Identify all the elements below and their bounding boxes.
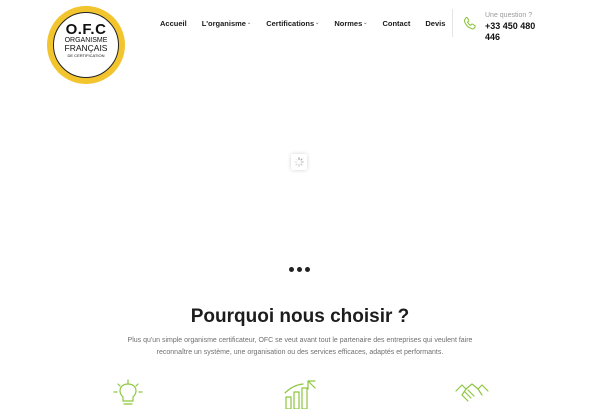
logo-line-3: DE CERTIFICATION bbox=[67, 53, 105, 58]
contact-question: Une question ? bbox=[485, 12, 533, 19]
nav-item-label: Normes bbox=[334, 18, 363, 28]
logo-title: O.F.C bbox=[65, 21, 107, 38]
nav-item-devis[interactable]: Devis bbox=[425, 19, 445, 28]
nav-item-organisme[interactable]: L'organisme ⌄ bbox=[202, 19, 252, 28]
chevron-down-icon: ⌄ bbox=[315, 20, 320, 26]
nav-item-label: Certifications bbox=[266, 18, 315, 28]
phone-icon[interactable] bbox=[461, 15, 479, 33]
chevron-down-icon: ⌄ bbox=[363, 20, 368, 26]
slider-dot[interactable] bbox=[297, 267, 302, 272]
section-description: Plus qu'un simple organisme certificateu… bbox=[127, 337, 473, 356]
header-divider bbox=[452, 9, 453, 37]
main-nav: Accueil L'organisme ⌄ Certifications ⌄ N… bbox=[160, 16, 445, 30]
nav-item-normes[interactable]: Normes ⌄ bbox=[334, 19, 367, 28]
phone-number-link[interactable]: +33 450 480 446 bbox=[485, 21, 545, 43]
section-title: Pourquoi nous choisir ? bbox=[190, 306, 410, 327]
slider-dot[interactable] bbox=[305, 267, 310, 272]
slider-dot[interactable] bbox=[289, 267, 294, 272]
logo-badge: O.F.C ORGANISME FRANÇAIS DE CERTIFICATIO… bbox=[53, 12, 119, 78]
logo[interactable]: O.F.C ORGANISME FRANÇAIS DE CERTIFICATIO… bbox=[47, 6, 125, 84]
logo-line-2: FRANÇAIS bbox=[64, 43, 108, 53]
nav-item-label: L'organisme bbox=[201, 18, 246, 28]
spinner-icon bbox=[294, 157, 304, 167]
nav-item-contact[interactable]: Contact bbox=[382, 19, 410, 28]
handshake-icon bbox=[455, 383, 489, 402]
nav-item-certifications[interactable]: Certifications ⌄ bbox=[266, 19, 319, 28]
nav-item-label: Devis bbox=[425, 18, 446, 28]
chevron-down-icon: ⌄ bbox=[246, 20, 252, 26]
nav-item-label: Accueil bbox=[160, 18, 187, 28]
lightbulb-icon bbox=[113, 379, 143, 405]
nav-item-label: Contact bbox=[382, 18, 411, 28]
slider-loader bbox=[291, 154, 307, 170]
nav-item-accueil[interactable]: Accueil bbox=[160, 19, 187, 28]
growth-chart-icon bbox=[284, 380, 316, 409]
slider-pagination bbox=[289, 267, 310, 272]
